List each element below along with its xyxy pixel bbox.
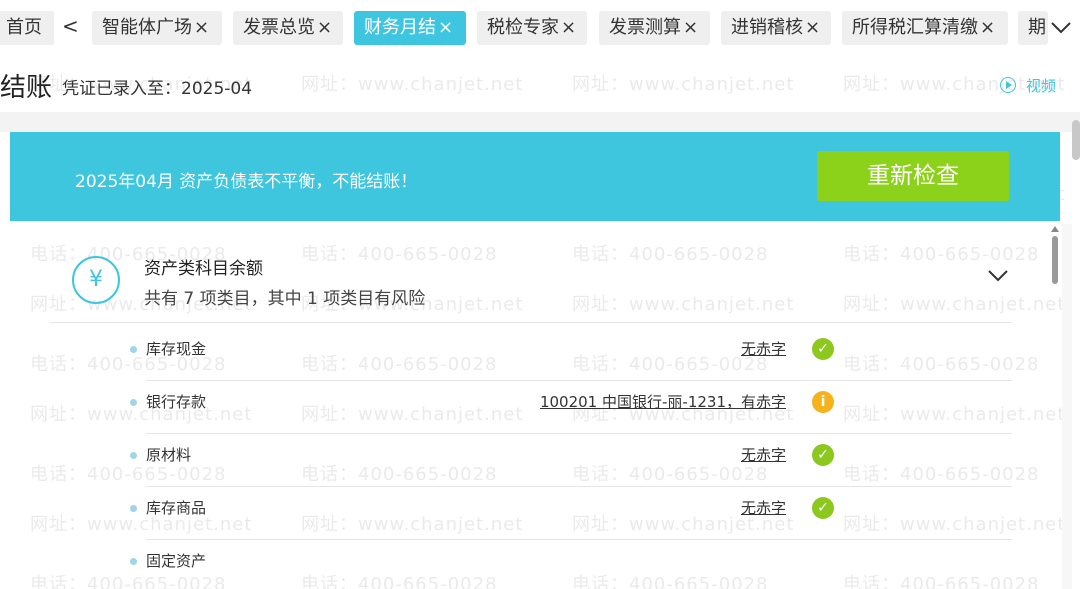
- tab-label: 发票测算: [609, 17, 681, 38]
- close-icon[interactable]: ×: [317, 17, 332, 38]
- tab-agent-plaza[interactable]: 智能体广场 ×: [92, 11, 222, 45]
- watermark-phone: 网址：www.chanjet.net: [572, 74, 795, 95]
- tab-invoice-estimate[interactable]: 发票测算 ×: [599, 11, 710, 45]
- close-icon[interactable]: ×: [980, 17, 995, 38]
- watermark-site: 电话：400-665-0028: [301, 244, 498, 265]
- tab-label: 进销稽核: [731, 17, 803, 38]
- check-result-link[interactable]: 无赤字: [741, 338, 786, 359]
- watermark-site: 电话：400-665-0028: [572, 244, 769, 265]
- yuan-icon: ¥: [72, 256, 120, 304]
- tab-invoice-overview[interactable]: 发票总览 ×: [233, 11, 343, 45]
- voucher-status: 凭证已录入至：2025-04: [62, 79, 253, 99]
- tab-home[interactable]: 首页: [0, 11, 54, 45]
- tab-label: 所得税汇算清缴: [852, 17, 978, 38]
- close-icon[interactable]: ×: [561, 17, 576, 38]
- account-name: 固定资产: [146, 552, 207, 570]
- section-summary: 共有 7 项类目，其中 1 项类目有风险: [144, 289, 426, 309]
- panel-scrollbar[interactable]: [1052, 236, 1058, 284]
- account-name: 库存现金: [146, 340, 207, 358]
- tab-label: 期: [1028, 17, 1046, 38]
- page-title: 结账: [0, 73, 53, 103]
- video-link[interactable]: 视频: [1000, 75, 1056, 96]
- tab-purchase-sales-audit[interactable]: 进销稽核 ×: [721, 11, 831, 45]
- bullet-icon: [130, 346, 137, 353]
- close-icon[interactable]: ×: [683, 17, 698, 38]
- close-icon[interactable]: ×: [194, 17, 209, 38]
- tab-label: 智能体广场: [102, 17, 192, 38]
- close-icon[interactable]: ×: [438, 17, 453, 38]
- list-item: 固定资产: [0, 540, 1060, 589]
- video-label: 视频: [1026, 77, 1057, 95]
- check-ok-icon: ✓: [812, 444, 834, 466]
- account-name: 银行存款: [146, 393, 207, 411]
- bullet-icon: [130, 558, 137, 565]
- watermark-phone: 网址：www.chanjet.net: [843, 294, 1066, 315]
- warning-icon: i: [812, 391, 834, 413]
- alert-banner: 2025年04月 资产负债表不平衡，不能结账！ 重新检查: [10, 132, 1060, 221]
- list-item: 银行存款 100201 中国银行-丽-1231，有赤字 i: [0, 381, 1060, 434]
- chevron-down-icon[interactable]: [986, 266, 1010, 284]
- watermark-phone: 网址：www.chanjet.net: [572, 294, 795, 315]
- account-name: 库存商品: [146, 499, 207, 517]
- bullet-icon: [130, 399, 137, 406]
- divider: [50, 322, 1012, 323]
- recheck-button[interactable]: 重新检查: [817, 151, 1009, 201]
- header-separator: [0, 112, 1080, 132]
- panel-scroll-track: [1062, 224, 1072, 589]
- check-result-link[interactable]: 100201 中国银行-丽-1231，有赤字: [540, 391, 786, 412]
- bullet-icon: [130, 452, 137, 459]
- check-result-link[interactable]: 无赤字: [741, 497, 786, 518]
- tab-label: 发票总览: [243, 17, 315, 38]
- banner-message: 2025年04月 资产负债表不平衡，不能结账！: [75, 172, 418, 192]
- check-ok-icon: ✓: [812, 338, 834, 360]
- watermark-site: 电话：400-665-0028: [843, 244, 1040, 265]
- tab-income-tax-settlement[interactable]: 所得税汇算清缴 ×: [842, 11, 1008, 45]
- watermark-phone: 网址：www.chanjet.net: [301, 74, 524, 95]
- check-ok-icon: ✓: [812, 497, 834, 519]
- list-item: 原材料 无赤字 ✓: [0, 434, 1060, 487]
- tab-bar: 首页 < 智能体广场 × 发票总览 × 财务月结 × 税检专家 × 发票测算 × 进销稽核…: [0, 0, 1080, 56]
- bullet-icon: [130, 505, 137, 512]
- chevron-down-icon[interactable]: [1048, 16, 1074, 38]
- tab-scroll-left-icon[interactable]: <: [62, 14, 79, 38]
- close-icon[interactable]: ×: [805, 17, 820, 38]
- check-result-link[interactable]: 无赤字: [741, 444, 786, 465]
- section-title: 资产类科目余额: [144, 259, 263, 279]
- scroll-up-icon[interactable]: [1051, 226, 1059, 232]
- list-item: 库存现金 无赤字 ✓: [0, 328, 1060, 381]
- play-icon: [1000, 77, 1016, 93]
- list-item: 库存商品 无赤字 ✓: [0, 487, 1060, 540]
- tab-label: 财务月结: [364, 17, 436, 38]
- tab-label: 税检专家: [487, 17, 559, 38]
- page-scrollbar[interactable]: [1072, 120, 1080, 160]
- account-name: 原材料: [146, 446, 192, 464]
- tab-overflow[interactable]: 期: [1018, 11, 1048, 45]
- tab-tax-expert[interactable]: 税检专家 ×: [477, 11, 587, 45]
- tab-monthly-close[interactable]: 财务月结 ×: [354, 11, 466, 45]
